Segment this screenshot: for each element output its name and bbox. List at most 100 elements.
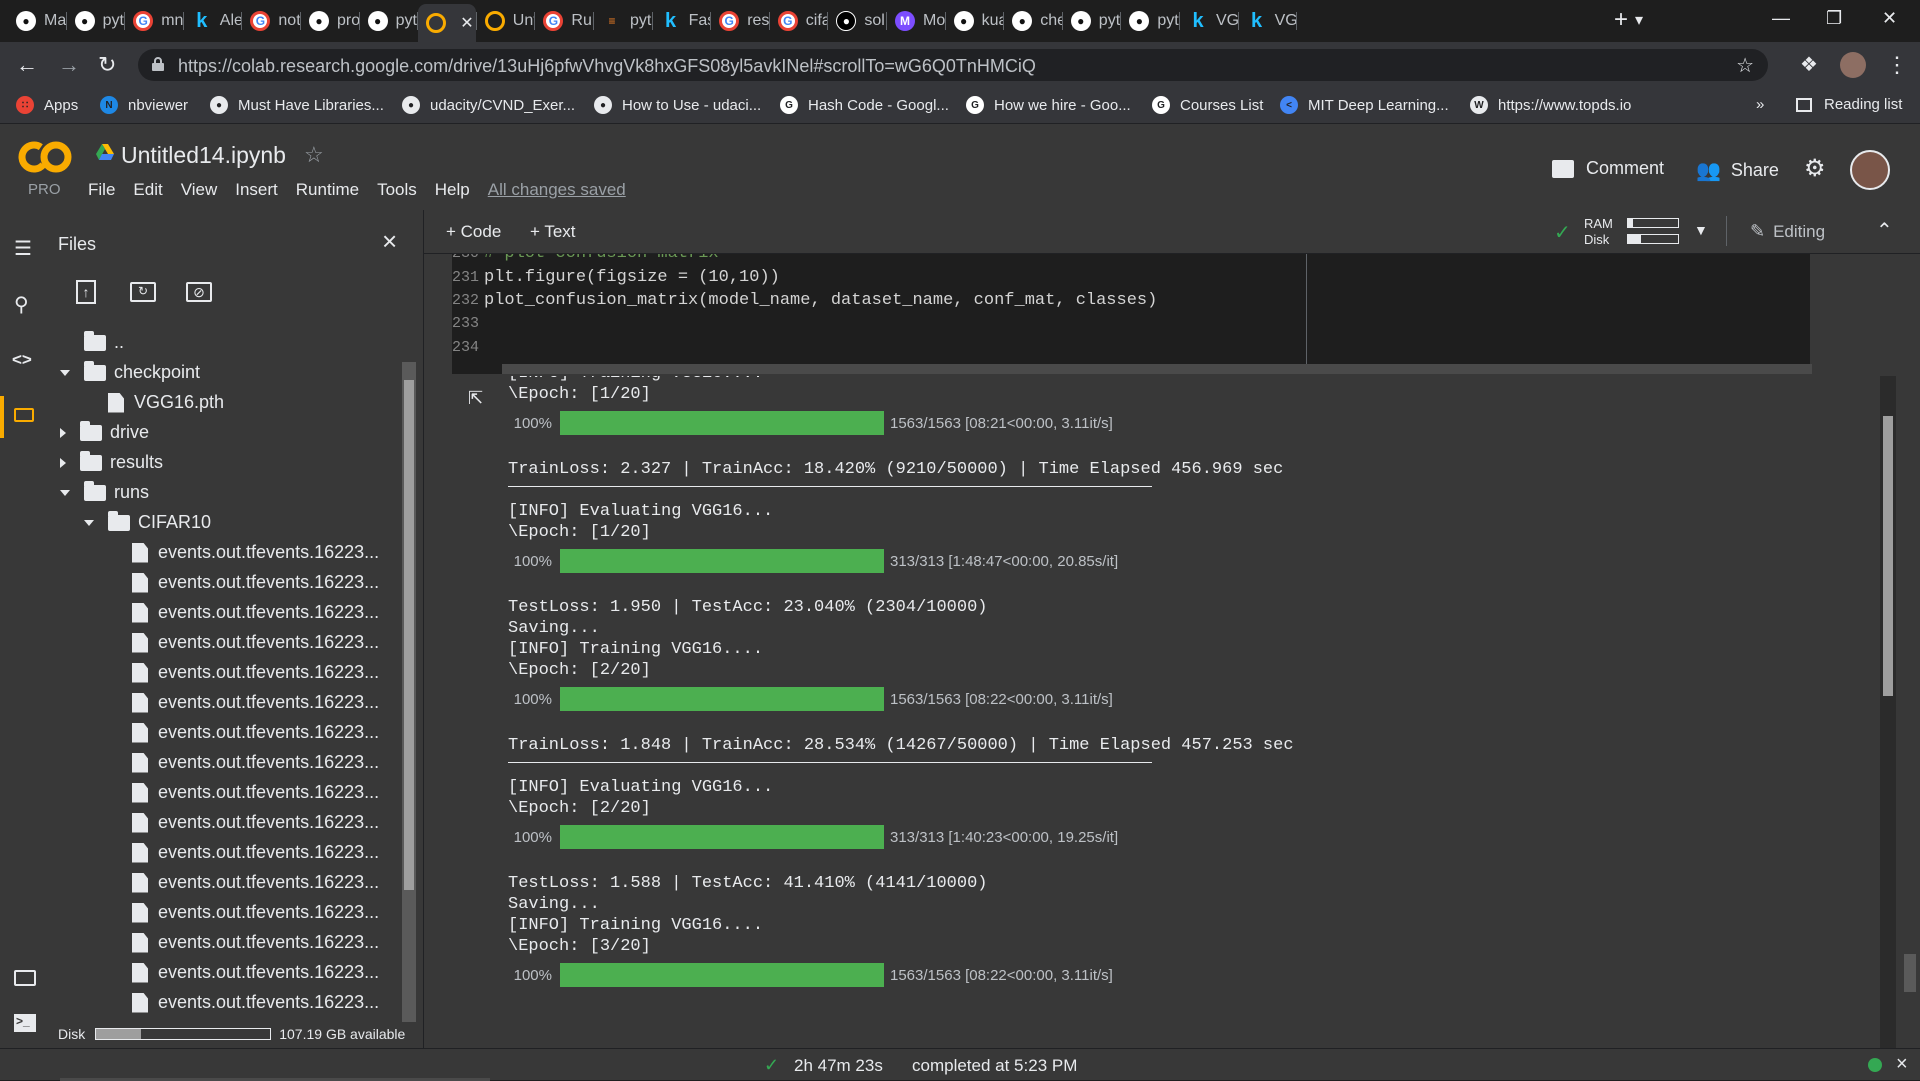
output-scrollbar[interactable] <box>1880 376 1896 1048</box>
back-icon[interactable]: ← <box>16 52 38 78</box>
tree-scrollbar[interactable] <box>402 362 416 1022</box>
file-item[interactable]: events.out.tfevents.16223... <box>108 902 379 923</box>
bookmark-item[interactable]: Whttps://www.topds.io <box>1470 96 1631 114</box>
browser-tab[interactable]: Unt <box>477 6 535 36</box>
files-folder-icon[interactable] <box>14 408 34 422</box>
save-status[interactable]: All changes saved <box>488 180 626 200</box>
profile-avatar[interactable] <box>1840 52 1866 78</box>
settings-gear-icon[interactable]: ⚙ <box>1804 154 1826 183</box>
upload-icon[interactable]: ↑ <box>76 280 96 304</box>
resources-indicator[interactable]: RAM Disk <box>1584 216 1613 248</box>
browser-tab[interactable]: k VG <box>1239 6 1297 36</box>
file-item[interactable]: events.out.tfevents.16223... <box>108 752 379 773</box>
tree-scrollbar-thumb[interactable] <box>404 380 414 890</box>
browser-tab[interactable]: Gnot <box>242 6 300 36</box>
file-item[interactable]: events.out.tfevents.16223... <box>108 602 379 623</box>
star-icon[interactable]: ☆ <box>304 142 324 168</box>
bookmark-item[interactable]: G Hash Code - Googl... <box>780 96 949 114</box>
search-icon[interactable]: ⚲ <box>14 292 29 317</box>
close-panel-icon[interactable]: × <box>382 226 397 257</box>
bookmark-item[interactable]: ● How to Use - udaci... <box>594 96 761 114</box>
new-tab-icon[interactable]: + <box>1614 6 1628 34</box>
browser-tab[interactable]: ● pyt <box>67 6 125 36</box>
caret-right-icon[interactable] <box>60 427 66 438</box>
folder-item[interactable]: CIFAR10 <box>84 510 211 533</box>
menu-file[interactable]: File <box>88 180 115 200</box>
browser-tab[interactable]: ● kua <box>946 6 1004 36</box>
terminal-icon[interactable]: >_ <box>14 1014 36 1032</box>
browser-tab[interactable]: k Fas <box>653 6 711 36</box>
close-status-icon[interactable]: × <box>1896 1053 1908 1076</box>
file-item[interactable]: events.out.tfevents.16223... <box>108 722 379 743</box>
output-scrollbar-thumb[interactable] <box>1883 416 1893 696</box>
file-item[interactable]: events.out.tfevents.16223... <box>108 542 379 563</box>
reload-icon[interactable]: ↻ <box>98 52 116 78</box>
file-item[interactable]: events.out.tfevents.16223... <box>108 782 379 803</box>
command-palette-icon[interactable] <box>14 970 36 986</box>
bookmark-item[interactable]: ∷ Apps <box>16 96 78 114</box>
bookmark-star-icon[interactable]: ☆ <box>1736 53 1754 78</box>
close-window-icon[interactable]: ✕ <box>1882 8 1897 29</box>
browser-tab[interactable]: ✕ <box>418 4 477 42</box>
browser-tab[interactable]: Gmn <box>125 6 183 36</box>
caret-down-icon[interactable] <box>84 519 94 526</box>
caret-down-icon[interactable] <box>60 369 70 376</box>
browser-tab[interactable]: ● Ma <box>8 6 66 36</box>
chrome-menu-icon[interactable]: ⋮ <box>1886 52 1908 78</box>
folder-item[interactable]: runs <box>60 480 149 503</box>
close-tab-icon[interactable]: ✕ <box>460 13 473 33</box>
folder-item[interactable]: checkpoint <box>60 360 200 383</box>
bookmark-item[interactable]: ● udacity/CVND_Exer... <box>402 96 575 114</box>
file-item[interactable]: events.out.tfevents.16223... <box>108 812 379 833</box>
menu-runtime[interactable]: Runtime <box>296 180 359 200</box>
bookmark-item[interactable]: Nnbviewer <box>100 96 188 114</box>
browser-tab[interactable]: ● che <box>1004 6 1062 36</box>
unmount-drive-icon[interactable]: ⊘ <box>186 282 212 302</box>
bookmarks-overflow[interactable]: » <box>1756 96 1764 113</box>
google-drive-icon[interactable] <box>96 144 114 160</box>
file-item[interactable]: events.out.tfevents.16223... <box>108 962 379 983</box>
forward-icon[interactable]: → <box>58 52 80 78</box>
bookmark-item[interactable]: G How we hire - Goo... <box>966 96 1131 114</box>
browser-tab[interactable]: Gresi <box>711 6 769 36</box>
comment-button[interactable]: Comment <box>1552 158 1664 179</box>
reading-list-button[interactable]: Reading list <box>1796 96 1902 113</box>
url-field[interactable]: https://colab.research.google.com/drive/… <box>138 49 1768 81</box>
add-text-button[interactable]: + Text <box>530 222 576 242</box>
browser-tab[interactable]: k VG <box>1180 6 1238 36</box>
table-of-contents-icon[interactable]: ☰ <box>14 236 32 261</box>
menu-tools[interactable]: Tools <box>377 180 417 200</box>
file-item[interactable]: events.out.tfevents.16223... <box>108 632 379 653</box>
browser-tab[interactable]: M Mo <box>887 6 945 36</box>
extensions-icon[interactable]: ❖ <box>1800 52 1818 77</box>
browser-tab[interactable]: ● pyt <box>1063 6 1121 36</box>
code-snippets-icon[interactable]: <> <box>12 350 32 370</box>
menu-edit[interactable]: Edit <box>133 180 162 200</box>
parent-folder[interactable]: .. <box>84 330 124 353</box>
add-code-button[interactable]: + Code <box>446 222 501 242</box>
page-scrollbar-thumb[interactable] <box>1904 954 1916 992</box>
bookmark-item[interactable]: G Courses List <box>1152 96 1263 114</box>
user-avatar[interactable] <box>1850 150 1890 190</box>
menu-view[interactable]: View <box>181 180 218 200</box>
caret-down-icon[interactable] <box>60 489 70 496</box>
browser-tab[interactable]: ● pyt <box>360 6 418 36</box>
browser-tab[interactable]: Gcifa <box>770 6 828 36</box>
file-item[interactable]: events.out.tfevents.16223... <box>108 842 379 863</box>
restore-icon[interactable]: ❐ <box>1826 8 1842 29</box>
browser-tab[interactable]: k Ale <box>184 6 242 36</box>
colab-logo[interactable]: PRO <box>18 140 72 198</box>
browser-tab[interactable]: ● sol <box>828 6 886 36</box>
bookmark-item[interactable]: < MIT Deep Learning... <box>1280 96 1449 114</box>
runtime-dropdown-icon[interactable]: ▼ <box>1694 222 1708 238</box>
file-item[interactable]: events.out.tfevents.16223... <box>108 992 379 1013</box>
tab-search-icon[interactable]: ▾ <box>1635 10 1643 30</box>
file-item[interactable]: events.out.tfevents.16223... <box>108 692 379 713</box>
bookmark-item[interactable]: ● Must Have Libraries... <box>210 96 384 114</box>
refresh-folder-icon[interactable]: ↻ <box>130 282 156 302</box>
folder-item[interactable]: drive <box>60 420 149 443</box>
menu-help[interactable]: Help <box>435 180 470 200</box>
browser-tab[interactable]: ≡ pyt <box>594 6 652 36</box>
code-cell-editor[interactable]: 230# plot confusion matrix 231plt.figure(… <box>452 254 1810 374</box>
minimize-icon[interactable]: — <box>1772 8 1790 29</box>
